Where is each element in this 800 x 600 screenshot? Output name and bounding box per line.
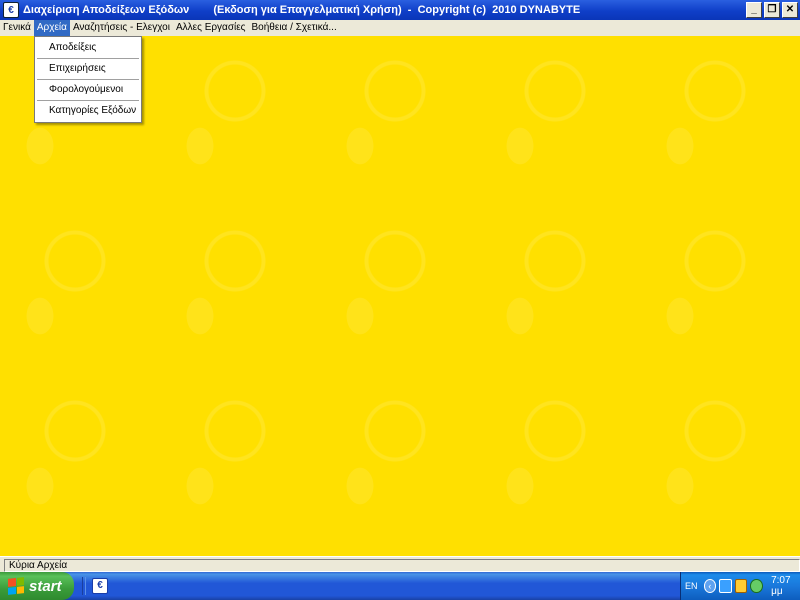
restore-button[interactable]: ❐ [764,2,780,18]
windows-logo-icon [8,577,24,595]
network-icon[interactable] [719,579,732,593]
app-icon[interactable]: € [3,2,19,18]
menu-separator [37,58,139,59]
menu-bar: Γενικά Αρχεία Αναζητήσεις - Ελεγχοι Αλλε… [0,20,800,36]
window-caption: (Εκδοση για Επαγγελματική Χρήση) - Copyr… [213,4,581,16]
menu-searches-checks[interactable]: Αναζητήσεις - Ελεγχοι [70,20,173,36]
menu-general[interactable]: Γενικά [0,20,34,36]
menu-item-receipts[interactable]: Αποδείξεις [35,39,141,57]
show-hidden-icons-icon[interactable]: ‹ [703,579,717,593]
menu-help-about[interactable]: Βοήθεια / Σχετικά... [249,20,340,36]
security-icon[interactable] [734,579,748,593]
messenger-icon[interactable] [750,579,764,593]
window-controls: _ ❐ ✕ [746,2,798,18]
files-dropdown-menu: Αποδείξεις Επιχειρήσεις Φορολογούμενοι Κ… [34,36,142,123]
start-label: start [29,577,62,595]
quick-launch-separator [82,577,86,595]
minimize-button[interactable]: _ [746,2,762,18]
menu-other-tasks[interactable]: Αλλες Εργασίες [173,20,249,36]
system-tray: EN ‹ 7:07 μμ [680,572,800,600]
clock[interactable]: 7:07 μμ [771,575,800,597]
menu-files[interactable]: Αρχεία [33,20,70,36]
app-taskbar-icon[interactable]: € [92,578,108,594]
menu-item-businesses[interactable]: Επιχειρήσεις [35,60,141,78]
taskbar: start € EN ‹ 7:07 μμ [0,572,800,600]
status-text: Κύρια Αρχεία [4,559,800,572]
status-bar: Κύρια Αρχεία [0,556,800,573]
menu-item-expense-categories[interactable]: Κατηγορίες Εξόδων [35,102,141,120]
window-title: Διαχείριση Αποδείξεων Εξόδων [23,4,190,16]
language-indicator[interactable]: EN [685,581,698,591]
start-button[interactable]: start [0,572,74,600]
menu-separator [37,100,139,101]
close-button[interactable]: ✕ [782,2,798,18]
menu-separator [37,79,139,80]
title-bar[interactable]: € Διαχείριση Αποδείξεων Εξόδων (Εκδοση γ… [0,0,800,20]
menu-item-taxpayers[interactable]: Φορολογούμενοι [35,81,141,99]
